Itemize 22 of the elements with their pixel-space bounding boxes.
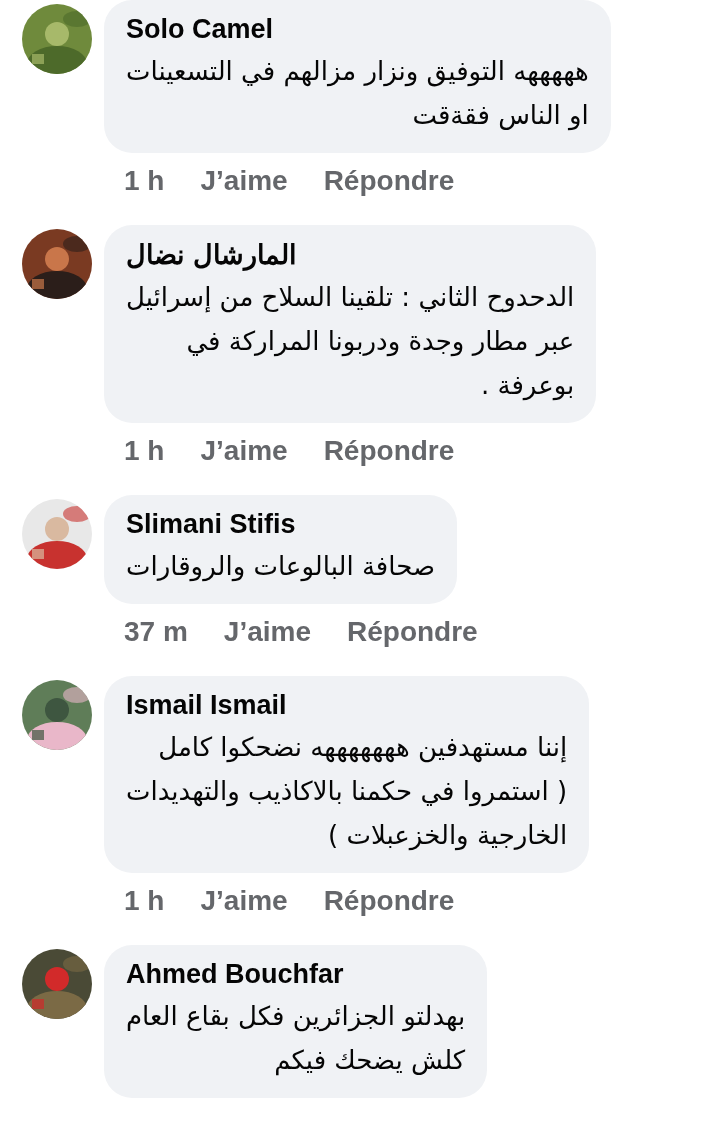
comment-text: هههههه التوفيق ونزار مزالهم في التسعينات او الناس فقةقت	[126, 55, 589, 133]
comment-text: إننا مستهدفين هههههههه نضحكوا كامل ( استمروا في حكمنا بالاكاذيب والتهديدات الخارجية والخزعبلات )	[126, 731, 568, 853]
author-name[interactable]: Solo Camel	[126, 14, 589, 45]
comment-time: 1 h	[124, 435, 165, 467]
comment-time: 1 h	[124, 885, 165, 917]
like-link[interactable]: J’aime	[223, 616, 311, 648]
like-link[interactable]: J’aime	[200, 435, 288, 467]
author-name[interactable]: Ismail Ismail	[126, 690, 568, 721]
comment-time: 37 m	[124, 616, 188, 648]
author-name[interactable]: Slimani Stifis	[126, 509, 436, 540]
reply-link[interactable]: Répondre	[323, 435, 455, 467]
reply-link[interactable]: Répondre	[347, 616, 478, 648]
reply-link[interactable]: Répondre	[323, 165, 455, 197]
comment-time: 1 h	[124, 165, 165, 197]
like-link[interactable]: J’aime	[200, 885, 288, 917]
author-name[interactable]: Ahmed Bouchfar	[126, 959, 466, 990]
like-link[interactable]: J’aime	[200, 165, 288, 197]
author-name[interactable]: المارشال نضال	[126, 239, 575, 271]
comment-text: صحافة البالوعات والروقارات	[126, 550, 436, 584]
reply-link[interactable]: Répondre	[323, 885, 455, 917]
comment-text: بهدلتو الجزائرين فكل بقاع العام كلش يضحك فيكم	[126, 1000, 466, 1078]
comment-text: الدحدوح الثاني : تلقينا السلاح من إسرائيل عبر مطار وجدة ودربونا المراركة في بوعرفة .	[126, 281, 575, 403]
